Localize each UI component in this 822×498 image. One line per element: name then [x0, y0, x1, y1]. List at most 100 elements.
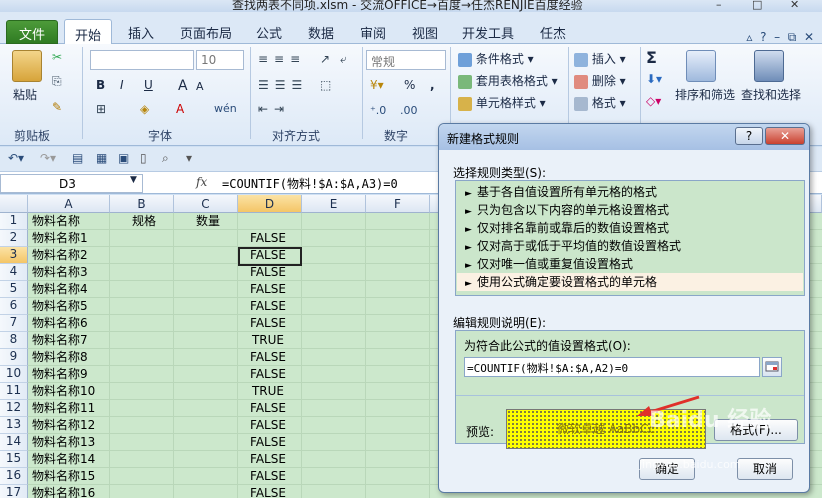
cancel-button[interactable]: 取消 — [737, 458, 793, 480]
row-header[interactable]: 17 — [0, 485, 28, 498]
rule-type-item[interactable]: ► 只为包含以下内容的单元格设置格式 — [457, 201, 803, 219]
bold-button[interactable]: B — [96, 78, 105, 92]
rule-formula-input[interactable]: =COUNTIF(物料!$A:$A,A2)=0 — [464, 357, 760, 377]
rule-type-item[interactable]: ► 基于各自值设置所有单元格的格式 — [457, 183, 803, 201]
workbook-close-icon[interactable]: ✕ — [804, 30, 814, 44]
format-painter-icon[interactable]: ✎ — [52, 100, 62, 114]
row-header[interactable]: 13 — [0, 417, 28, 434]
help-icon[interactable]: ? — [760, 30, 766, 44]
save-icon[interactable]: ▣ — [118, 151, 129, 165]
conditional-format-button[interactable]: 条件格式 ▾ — [458, 50, 534, 67]
row-header[interactable]: 12 — [0, 400, 28, 417]
column-header-c[interactable]: C — [174, 195, 238, 213]
cell-a2[interactable]: 物料名称1 — [32, 230, 110, 247]
cell-a7[interactable]: 物料名称6 — [32, 315, 110, 332]
number-format-combo[interactable]: 常规 — [366, 50, 446, 70]
row-header[interactable]: 14 — [0, 434, 28, 451]
row-header[interactable]: 5 — [0, 281, 28, 298]
new-file-icon[interactable]: ▯ — [140, 151, 147, 165]
cell-a13[interactable]: 物料名称12 — [32, 417, 110, 434]
clear-icon[interactable]: ◇▾ — [646, 94, 661, 108]
cell-a17[interactable]: 物料名称16 — [32, 485, 110, 498]
customize-qat-icon[interactable]: ▾ — [186, 151, 192, 165]
paste-icon[interactable] — [12, 50, 42, 82]
cell-a10[interactable]: 物料名称9 — [32, 366, 110, 383]
format-as-table-button[interactable]: 套用表格格式 ▾ — [458, 72, 558, 89]
font-size-combo[interactable]: 10 — [196, 50, 244, 70]
sort-filter-button[interactable]: 排序和筛选 — [675, 86, 735, 103]
phonetic-button[interactable]: wén — [214, 102, 237, 115]
close-window-button[interactable]: ✕ — [790, 0, 799, 11]
column-header-f[interactable]: F — [366, 195, 430, 213]
cell-a9[interactable]: 物料名称8 — [32, 349, 110, 366]
insert-cells-button[interactable]: 插入 ▾ — [574, 50, 626, 67]
merge-center-icon[interactable]: ⬚ — [320, 78, 331, 92]
column-header-a[interactable]: A — [28, 195, 110, 213]
increase-decimal-icon[interactable]: ⁺.0 — [370, 104, 386, 117]
tab-review[interactable]: 审阅 — [350, 18, 396, 44]
row-header[interactable]: 4 — [0, 264, 28, 281]
column-header-d[interactable]: D — [238, 195, 302, 213]
cell-a11[interactable]: 物料名称10 — [32, 383, 110, 400]
wrap-text-icon[interactable]: ⤶ — [340, 52, 347, 67]
tab-insert[interactable]: 插入 — [118, 18, 164, 44]
shrink-font-button[interactable]: A — [196, 80, 204, 93]
font-color-button[interactable]: A — [176, 102, 184, 116]
currency-icon[interactable]: ¥▾ — [370, 78, 384, 92]
workbook-restore-icon[interactable]: ⧉ — [788, 30, 797, 44]
tab-renjie[interactable]: 任杰 — [530, 18, 576, 44]
insert-function-button[interactable]: fx — [196, 175, 207, 189]
name-box-dropdown-icon[interactable]: ▼ — [130, 175, 137, 185]
italic-button[interactable]: I — [120, 78, 124, 92]
cell-d15[interactable]: FALSE — [238, 451, 298, 468]
find-select-icon[interactable] — [754, 50, 784, 82]
rule-type-item[interactable]: ► 仅对唯一值或重复值设置格式 — [457, 255, 803, 273]
cell-a1[interactable]: 物料名称 — [32, 213, 110, 230]
cell-d8[interactable]: TRUE — [238, 332, 298, 349]
cell-a15[interactable]: 物料名称14 — [32, 451, 110, 468]
rule-type-item[interactable]: ► 仅对高于或低于平均值的数值设置格式 — [457, 237, 803, 255]
active-cell-d3[interactable] — [238, 247, 302, 266]
cell-d6[interactable]: FALSE — [238, 298, 298, 315]
tab-view[interactable]: 视图 — [402, 18, 448, 44]
paste-button[interactable]: 粘贴 — [13, 86, 37, 103]
row-header[interactable]: 3 — [0, 247, 28, 264]
delete-cells-button[interactable]: 删除 ▾ — [574, 72, 626, 89]
cell-d12[interactable]: FALSE — [238, 400, 298, 417]
cell-d13[interactable]: FALSE — [238, 417, 298, 434]
maximize-button[interactable]: □ — [752, 0, 762, 11]
ribbon-minimize-icon[interactable]: ▵ — [746, 30, 752, 44]
sort-filter-icon[interactable] — [686, 50, 716, 82]
tab-formulas[interactable]: 公式 — [246, 18, 292, 44]
find-select-button[interactable]: 查找和选择 — [741, 86, 801, 103]
row-header[interactable]: 11 — [0, 383, 28, 400]
cell-d2[interactable]: FALSE — [238, 230, 298, 247]
rule-type-item[interactable]: ► 仅对排名靠前或靠后的数值设置格式 — [457, 219, 803, 237]
fill-icon[interactable]: ⬇▾ — [646, 72, 662, 86]
cell-d10[interactable]: FALSE — [238, 366, 298, 383]
comma-button[interactable]: , — [430, 78, 435, 92]
column-header-e[interactable]: E — [302, 195, 366, 213]
cell-a4[interactable]: 物料名称3 — [32, 264, 110, 281]
cell-a6[interactable]: 物料名称5 — [32, 298, 110, 315]
border-icon[interactable]: ⊞ — [96, 102, 106, 116]
cell-a14[interactable]: 物料名称13 — [32, 434, 110, 451]
cell-a3[interactable]: 物料名称2 — [32, 247, 110, 264]
cell-styles-button[interactable]: 单元格样式 ▾ — [458, 94, 546, 111]
name-box[interactable]: D3 — [0, 174, 143, 193]
cell-a12[interactable]: 物料名称11 — [32, 400, 110, 417]
cell-b1[interactable]: 规格 — [114, 213, 174, 230]
dialog-close-button[interactable]: ✕ — [765, 127, 805, 145]
cell-a5[interactable]: 物料名称4 — [32, 281, 110, 298]
column-header-b[interactable]: B — [110, 195, 174, 213]
vertical-align-icons[interactable]: ≡≡≡ — [258, 52, 306, 66]
cell-d11[interactable]: TRUE — [238, 383, 298, 400]
redo-icon[interactable]: ↷▾ — [40, 151, 56, 165]
tab-page-layout[interactable]: 页面布局 — [170, 18, 242, 44]
fill-color-icon[interactable]: ◈ — [140, 102, 149, 116]
tab-file[interactable]: 文件 — [6, 20, 58, 44]
tab-home[interactable]: 开始 — [64, 19, 113, 45]
row-header[interactable]: 9 — [0, 349, 28, 366]
orientation-icon[interactable]: ↗ — [320, 52, 330, 66]
collapse-dialog-button[interactable] — [762, 357, 782, 377]
